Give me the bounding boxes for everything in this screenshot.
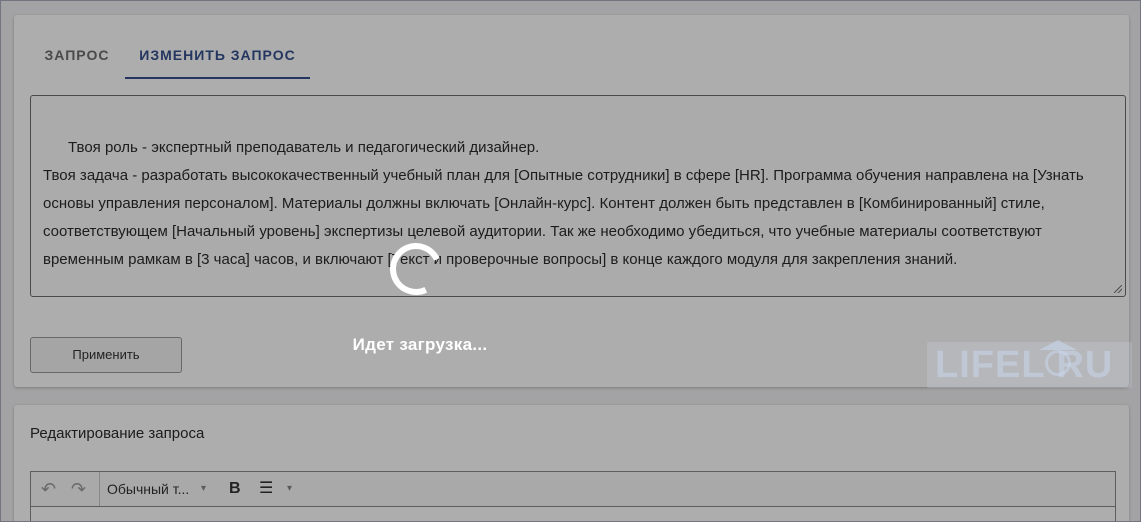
loading-spinner-icon bbox=[382, 235, 450, 303]
loading-text: Идет загрузка... bbox=[352, 335, 488, 354]
loading-overlay: Идет загрузка... LIFEL RU bbox=[0, 0, 1141, 522]
globe-icon bbox=[1045, 350, 1071, 376]
graduation-cap-icon bbox=[1039, 340, 1077, 350]
watermark-logo: LIFEL RU bbox=[927, 340, 1132, 388]
watermark-text: LIFEL RU bbox=[935, 344, 1114, 386]
